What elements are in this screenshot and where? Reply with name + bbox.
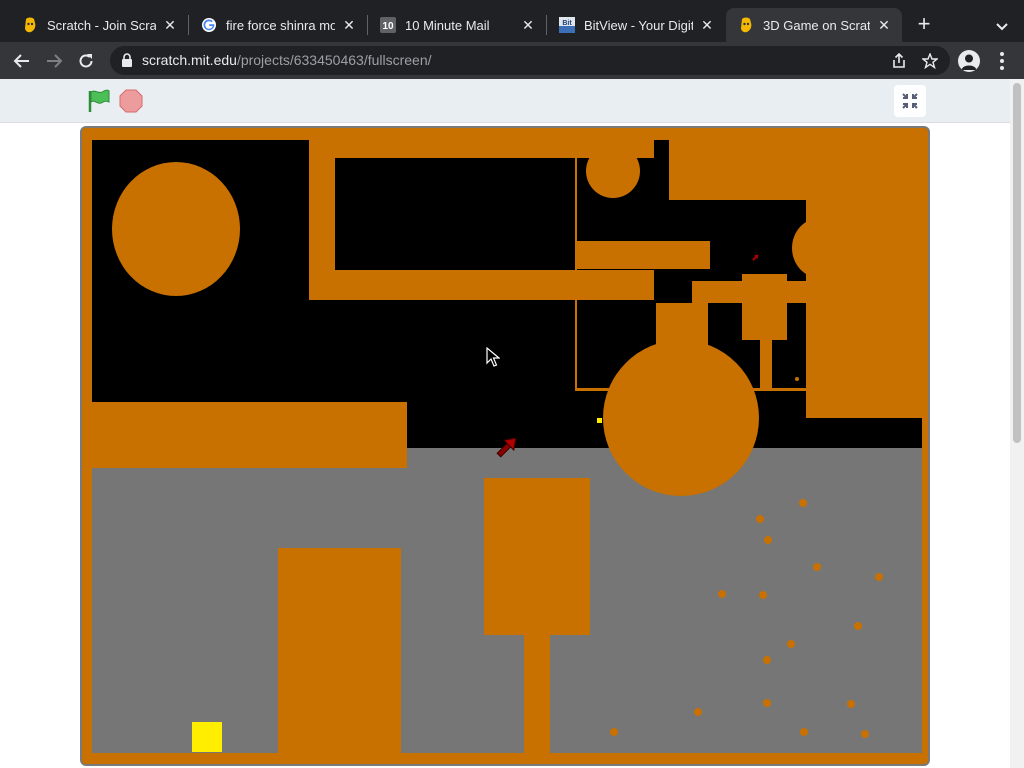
tab-search-button[interactable]	[990, 14, 1014, 38]
bitview-icon: Bit	[559, 17, 575, 33]
black-notch	[654, 140, 668, 158]
scratch-stage[interactable]	[80, 126, 930, 766]
yellow-dot	[597, 418, 602, 423]
menu-dot	[1000, 51, 1004, 56]
orange-line	[575, 158, 577, 390]
new-tab-button[interactable]: +	[912, 13, 936, 37]
star-icon	[922, 53, 938, 69]
tab-title: fire force shinra model	[226, 17, 335, 33]
particle	[763, 699, 771, 707]
scratch-player-controls	[0, 79, 1010, 123]
lock-icon	[122, 53, 132, 67]
stop-sign-icon	[119, 89, 143, 113]
share-button[interactable]	[890, 52, 908, 70]
avatar-icon	[961, 54, 977, 70]
svg-text:Bit: Bit	[562, 20, 572, 27]
close-icon[interactable]: ✕	[876, 17, 892, 33]
orange-post	[760, 340, 770, 390]
forward-button[interactable]	[40, 47, 68, 75]
game-scene	[82, 128, 928, 764]
url-host: scratch.mit.edu	[142, 52, 237, 68]
orange-circle	[112, 162, 240, 296]
scrollbar-thumb[interactable]	[1013, 83, 1021, 443]
scratch-cat-icon	[738, 17, 754, 33]
particle	[759, 591, 767, 599]
scratch-cat-icon	[22, 17, 38, 33]
google-g-icon	[201, 17, 217, 33]
orange-half-circle	[792, 218, 848, 278]
page-scrollbar[interactable]	[1010, 79, 1024, 768]
black-window	[335, 158, 574, 270]
tab-title: 10 Minute Mail	[405, 17, 490, 33]
browser-toolbar: scratch.mit.edu/projects/633450463/fulls…	[0, 42, 1024, 79]
particle	[795, 377, 799, 381]
svg-text:10: 10	[382, 21, 394, 32]
orange-ledge	[575, 241, 710, 269]
browser-tab[interactable]: Bit BitView - Your Digital ✕	[547, 8, 725, 42]
close-icon[interactable]: ✕	[699, 17, 715, 33]
back-button[interactable]	[8, 47, 36, 75]
profile-button[interactable]	[958, 50, 980, 72]
reload-button[interactable]	[72, 47, 100, 75]
share-icon	[893, 53, 905, 68]
particle	[799, 499, 807, 507]
browser-tab[interactable]: Scratch - Join Scratch ✕	[10, 8, 188, 42]
orange-tall-box	[278, 548, 401, 758]
reload-icon	[79, 54, 93, 68]
player-square	[192, 722, 222, 752]
address-bar[interactable]: scratch.mit.edu/projects/633450463/fulls…	[110, 46, 950, 75]
green-flag-icon	[88, 89, 110, 112]
browser-tab-strip: Scratch - Join Scratch ✕ fire force shin…	[0, 0, 1024, 42]
tab-title: 3D Game on Scratch	[763, 17, 870, 33]
chevron-down-icon	[996, 23, 1008, 31]
close-icon[interactable]: ✕	[162, 17, 178, 33]
particle	[756, 515, 764, 523]
particle	[610, 728, 618, 736]
arrow-right-icon	[47, 54, 63, 68]
tab-title: BitView - Your Digital	[584, 17, 693, 33]
particle	[764, 536, 772, 544]
tab-title: Scratch - Join Scratch	[47, 17, 156, 33]
particle	[787, 640, 795, 648]
orange-box	[484, 478, 590, 635]
bookmark-button[interactable]	[921, 52, 939, 70]
close-icon[interactable]: ✕	[341, 17, 357, 33]
particle	[861, 730, 869, 738]
ten-minute-mail-icon: 10	[380, 17, 396, 33]
green-flag-button[interactable]	[86, 89, 112, 113]
particle	[694, 708, 702, 716]
close-icon[interactable]: ✕	[520, 17, 536, 33]
orange-tall-block	[806, 138, 924, 418]
particle	[718, 590, 726, 598]
mouse-cursor-icon	[486, 347, 500, 367]
particle	[763, 656, 771, 664]
exit-fullscreen-button[interactable]	[894, 85, 926, 117]
particle	[813, 563, 821, 571]
particle	[800, 728, 808, 736]
menu-button[interactable]	[996, 50, 1008, 72]
orange-pillar	[524, 635, 550, 755]
arrow-left-icon	[13, 54, 29, 68]
browser-tab[interactable]: fire force shinra model ✕	[189, 8, 367, 42]
orange-ledge-left	[88, 402, 407, 468]
stop-button[interactable]	[119, 89, 143, 113]
orange-circle-small	[586, 144, 640, 198]
browser-tab[interactable]: 10 10 Minute Mail ✕	[368, 8, 546, 42]
orange-big-circle	[603, 340, 759, 496]
exit-fullscreen-icon	[902, 93, 918, 109]
url-path: /projects/633450463/fullscreen/	[236, 52, 432, 68]
url-text: scratch.mit.edu/projects/633450463/fulls…	[142, 52, 432, 68]
menu-dot	[1000, 66, 1004, 71]
browser-tab-active[interactable]: 3D Game on Scratch ✕	[726, 8, 902, 42]
particle	[854, 622, 862, 630]
menu-dot	[1000, 58, 1004, 63]
particle	[875, 573, 883, 581]
orange-post-top	[742, 274, 787, 340]
orange-thin-post	[770, 340, 772, 390]
particle	[847, 700, 855, 708]
